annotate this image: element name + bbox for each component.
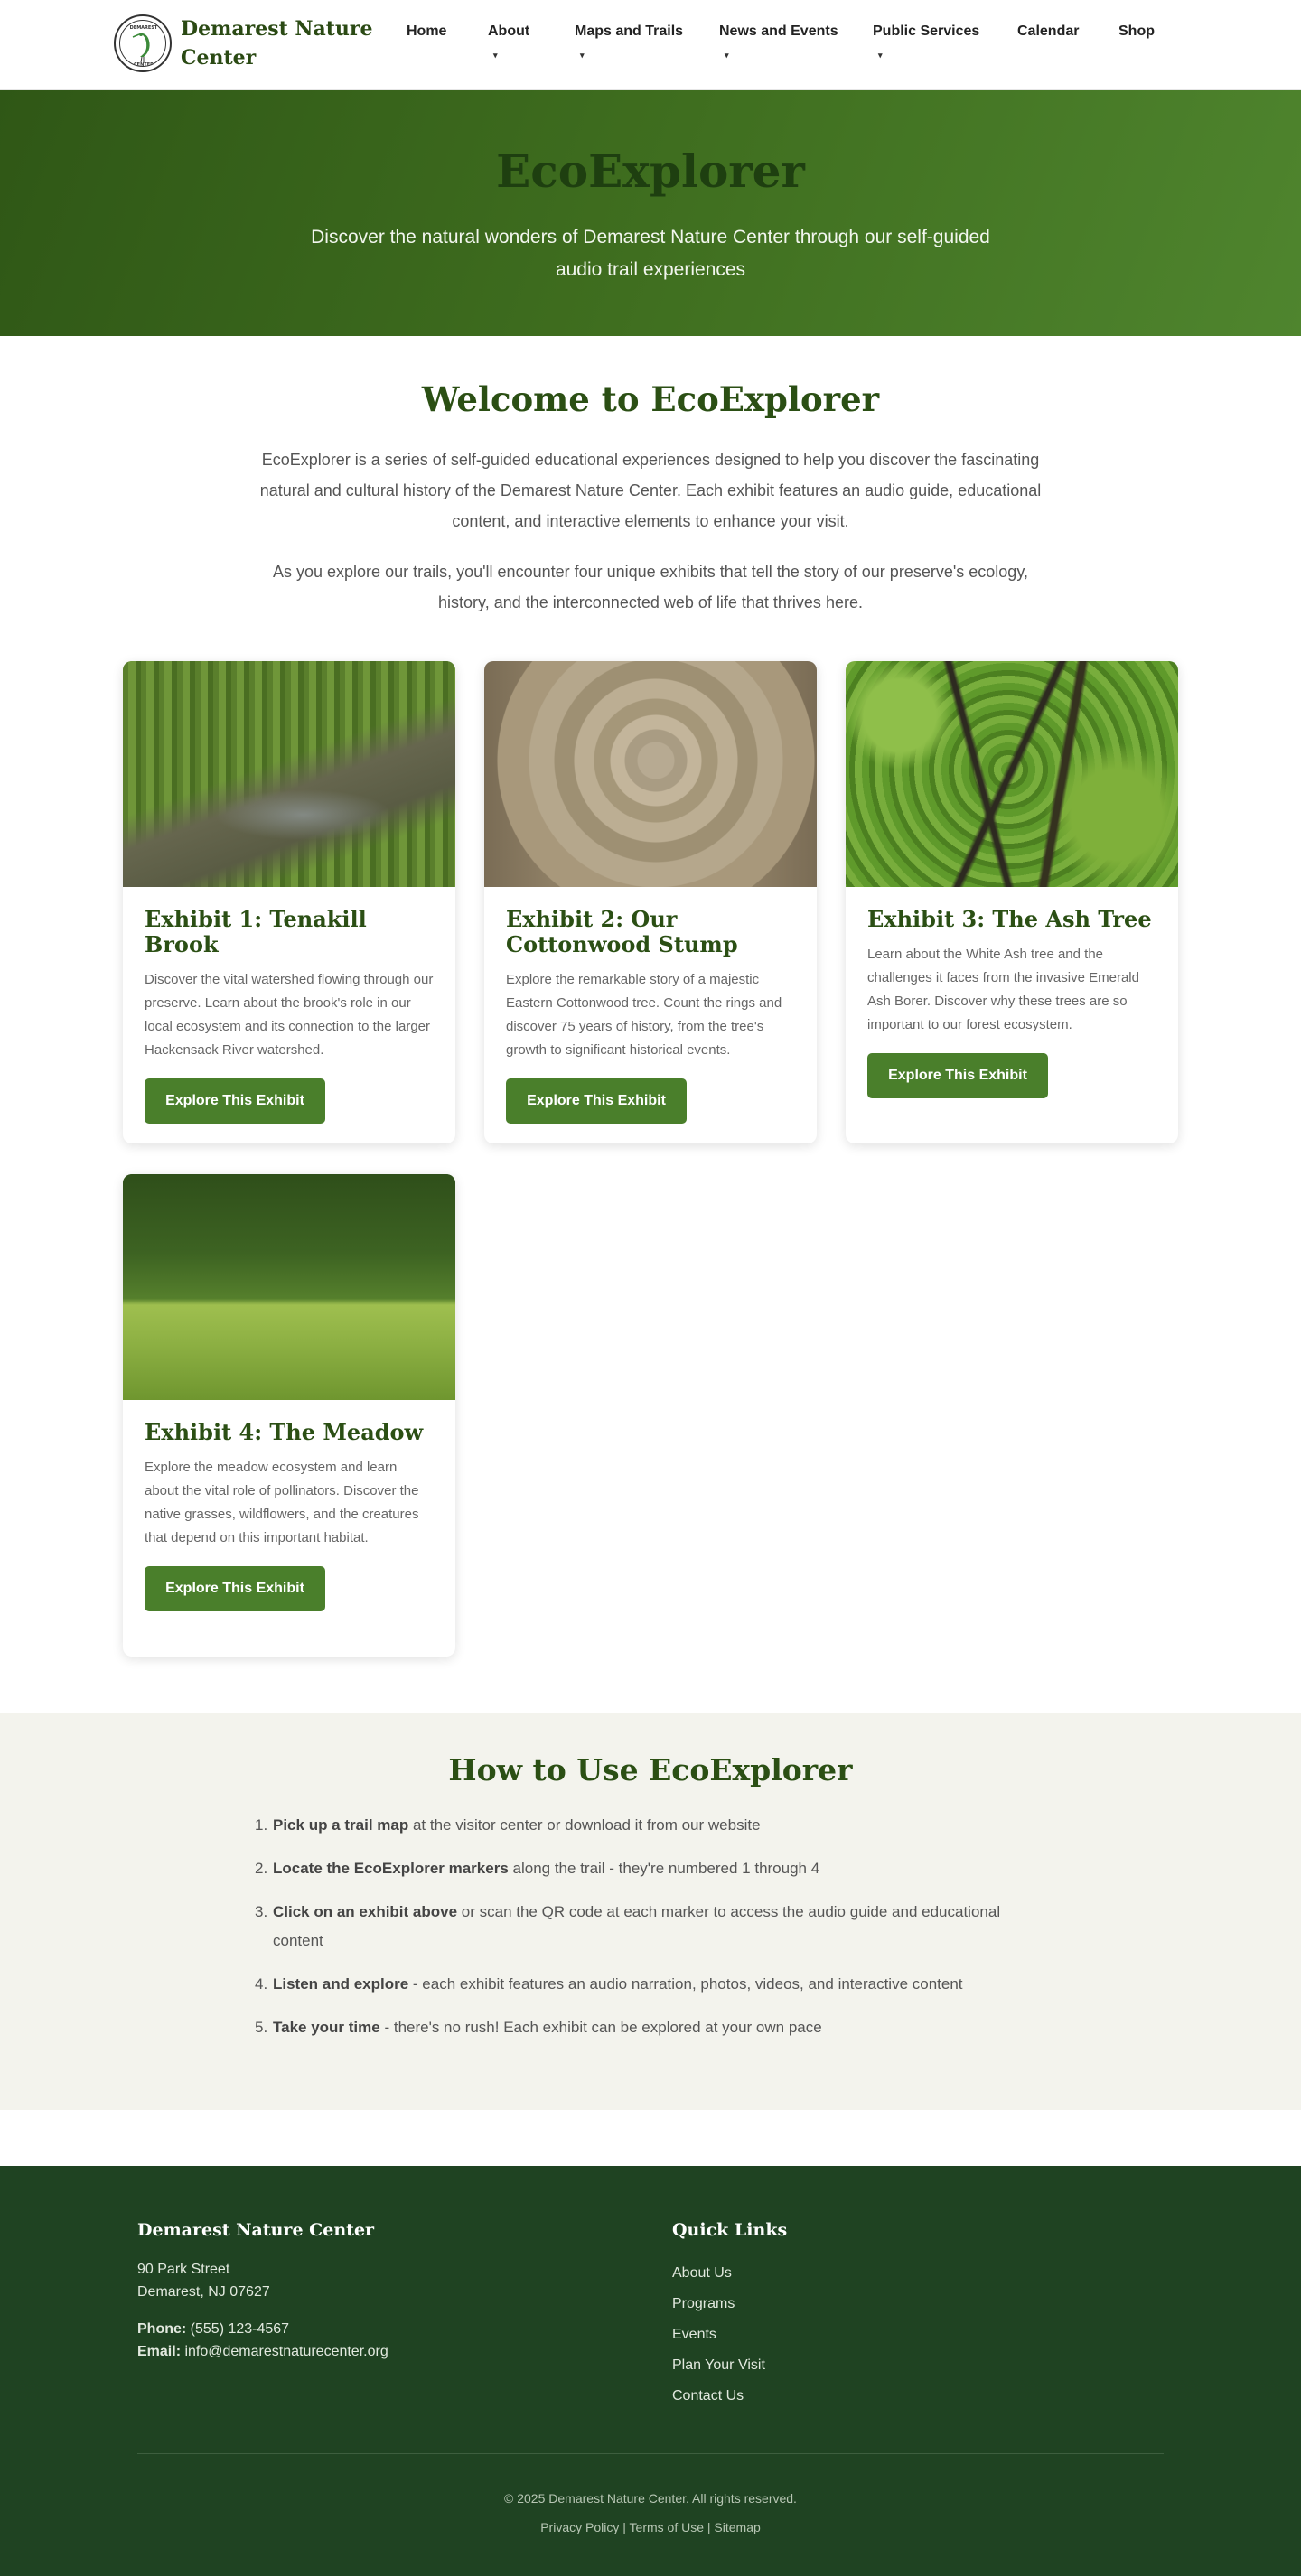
svg-text:CENTER: CENTER	[134, 62, 154, 67]
exhibit-image-meadow[interactable]	[123, 1174, 455, 1400]
exhibit-image-ash-tree[interactable]	[846, 661, 1178, 887]
how-to-step: 3. Click on an exhibit above or scan the …	[255, 1898, 1032, 1955]
legal-separator: |	[704, 2520, 715, 2534]
exhibit-title[interactable]: Exhibit 1: Tenakill Brook	[145, 907, 434, 957]
nav-news-and-events[interactable]: News and Events ▾	[719, 20, 873, 60]
footer-link-events[interactable]: Events	[672, 2319, 1034, 2350]
email-label: Email:	[137, 2344, 182, 2359]
svg-text:DEMAREST: DEMAREST	[130, 25, 158, 31]
exhibit-description: Explore the remarkable story of a majest…	[506, 972, 782, 1058]
step-number: 1.	[255, 1816, 268, 1834]
how-to-section: How to Use EcoExplorer 1. Pick up a trail…	[0, 1713, 1301, 2110]
step-bold: Take your time	[273, 2019, 380, 2036]
exhibit-card-1[interactable]: Exhibit 1: Tenakill Brook Discover the v…	[123, 661, 455, 1143]
how-to-step: 1. Pick up a trail map at the visitor cen…	[255, 1811, 1032, 1840]
exhibit-title[interactable]: Exhibit 3: The Ash Tree	[867, 907, 1156, 932]
footer-link-programs[interactable]: Programs	[672, 2289, 1034, 2319]
nav-public-label: Public Services	[873, 23, 980, 39]
footer-address-1: 90 Park Street	[137, 2262, 230, 2277]
explore-exhibit-button[interactable]: Explore This Exhibit	[506, 1078, 687, 1124]
step-number: 2.	[255, 1860, 268, 1877]
nav-maps-and-trails[interactable]: Maps and Trails ▾	[575, 20, 719, 60]
quick-links-title: Quick Links	[672, 2220, 788, 2240]
exhibit-image-stump[interactable]	[484, 661, 817, 887]
explore-exhibit-button[interactable]: Explore This Exhibit	[145, 1078, 325, 1124]
footer-org-title: Demarest Nature Center	[137, 2220, 375, 2240]
step-bold: Locate the EcoExplorer markers	[273, 1860, 509, 1877]
how-to-title: How to Use EcoExplorer	[448, 1752, 853, 1787]
exhibit-image-brook[interactable]	[123, 661, 455, 887]
heron-logo-icon[interactable]: DEMAREST CENTER	[114, 14, 172, 72]
nav-shop[interactable]: Shop	[1118, 20, 1173, 43]
exhibit-card-3[interactable]: Exhibit 3: The Ash Tree Learn about the …	[846, 661, 1178, 1143]
footer-legal-links: Privacy Policy | Terms of Use | Sitemap	[0, 2520, 1301, 2534]
step-text: - each exhibit features an audio narrati…	[408, 1975, 963, 1993]
terms-of-use-link[interactable]: Terms of Use	[630, 2520, 704, 2534]
exhibit-card-4[interactable]: Exhibit 4: The Meadow Explore the meadow…	[123, 1174, 455, 1657]
site-header: DEMAREST CENTER Demarest Nature Center H…	[0, 0, 1301, 90]
step-bold: Pick up a trail map	[273, 1816, 409, 1834]
explore-exhibit-button[interactable]: Explore This Exhibit	[867, 1053, 1048, 1098]
footer-quick-links: Quick Links About Us Programs Events Pla…	[672, 2220, 1034, 2412]
how-to-step: 2. Locate the EcoExplorer markers along t…	[255, 1854, 1032, 1883]
nav-maps-label: Maps and Trails	[575, 23, 684, 39]
email-value[interactable]: info@demarestnaturecenter.org	[181, 2344, 388, 2359]
footer-divider	[137, 2453, 1164, 2454]
exhibit-card-2[interactable]: Exhibit 2: Our Cottonwood Stump Explore …	[484, 661, 817, 1143]
how-to-steps: 1. Pick up a trail map at the visitor cen…	[255, 1811, 1032, 2042]
footer-email: Email: info@demarestnaturecenter.org	[137, 2340, 589, 2363]
hero-subtitle: Discover the natural wonders of Demarest…	[311, 227, 990, 280]
phone-value: (555) 123-4567	[186, 2321, 290, 2337]
exhibit-title[interactable]: Exhibit 2: Our Cottonwood Stump	[506, 907, 795, 957]
nav-calendar[interactable]: Calendar	[1017, 20, 1118, 43]
exhibit-description: Discover the vital watershed flowing thr…	[145, 972, 434, 1058]
step-text: along the trail - they're numbered 1 thr…	[508, 1860, 820, 1877]
brand-name-line2: Center	[181, 46, 257, 70]
brand-name[interactable]: Demarest Nature Center	[181, 14, 379, 72]
hero-title: EcoExplorer	[496, 145, 805, 198]
nav-news-label: News and Events	[719, 23, 838, 39]
phone-label: Phone:	[137, 2321, 187, 2337]
exhibit-cards: Exhibit 1: Tenakill Brook Discover the v…	[0, 638, 1301, 1713]
legal-separator: |	[619, 2520, 630, 2534]
sitemap-link[interactable]: Sitemap	[714, 2520, 760, 2534]
caret-down-icon[interactable]: ▾	[580, 51, 585, 61]
step-bold: Click on an exhibit above	[273, 1903, 458, 1920]
step-text: at the visitor center or download it fro…	[408, 1816, 761, 1834]
step-number: 4.	[255, 1975, 268, 1993]
privacy-policy-link[interactable]: Privacy Policy	[540, 2520, 619, 2534]
nav-home[interactable]: Home	[407, 20, 488, 43]
welcome-title: Welcome to EcoExplorer	[421, 379, 880, 419]
nav-about-label: About	[488, 23, 530, 39]
nav-public-services[interactable]: Public Services ▾	[873, 20, 1017, 60]
step-number: 3.	[255, 1903, 268, 1920]
exhibit-description: Explore the meadow ecosystem and learn a…	[145, 1460, 419, 1545]
footer-link-contact-us[interactable]: Contact Us	[672, 2381, 1034, 2412]
caret-down-icon[interactable]: ▾	[493, 51, 498, 61]
welcome-paragraph-2: As you explore our trails, you'll encoun…	[273, 563, 1028, 611]
footer-phone: Phone: (555) 123-4567	[137, 2318, 589, 2340]
step-number: 5.	[255, 2019, 268, 2036]
footer-address-2: Demarest, NJ 07627	[137, 2284, 270, 2300]
caret-down-icon[interactable]: ▾	[878, 51, 883, 61]
site-footer: Demarest Nature Center 90 Park Street De…	[0, 2166, 1301, 2576]
footer-copyright: © 2025 Demarest Nature Center. All right…	[504, 2491, 797, 2506]
brand-name-line1: Demarest Nature	[181, 17, 373, 41]
main-nav: Home About ▾ Maps and Trails ▾ News and …	[394, 20, 1173, 60]
exhibit-title[interactable]: Exhibit 4: The Meadow	[145, 1420, 434, 1445]
footer-link-plan-your-visit[interactable]: Plan Your Visit	[672, 2350, 1034, 2381]
footer-link-about-us[interactable]: About Us	[672, 2258, 1034, 2289]
caret-down-icon[interactable]: ▾	[725, 51, 729, 61]
step-text: - there's no rush! Each exhibit can be e…	[379, 2019, 822, 2036]
step-bold: Listen and explore	[273, 1975, 409, 1993]
footer-contact: Demarest Nature Center 90 Park Street De…	[137, 2220, 589, 2363]
how-to-step: 4. Listen and explore - each exhibit feat…	[255, 1970, 1032, 1999]
exhibit-description: Learn about the White Ash tree and the c…	[867, 947, 1139, 1032]
welcome-section: Welcome to EcoExplorer EcoExplorer is a …	[0, 336, 1301, 618]
welcome-paragraph-1: EcoExplorer is a series of self-guided e…	[259, 451, 1042, 530]
hero-banner: EcoExplorer Discover the natural wonders…	[0, 90, 1301, 336]
how-to-step: 5. Take your time - there's no rush! Each…	[255, 2013, 1032, 2042]
nav-about[interactable]: About ▾	[488, 20, 575, 60]
explore-exhibit-button[interactable]: Explore This Exhibit	[145, 1566, 325, 1611]
